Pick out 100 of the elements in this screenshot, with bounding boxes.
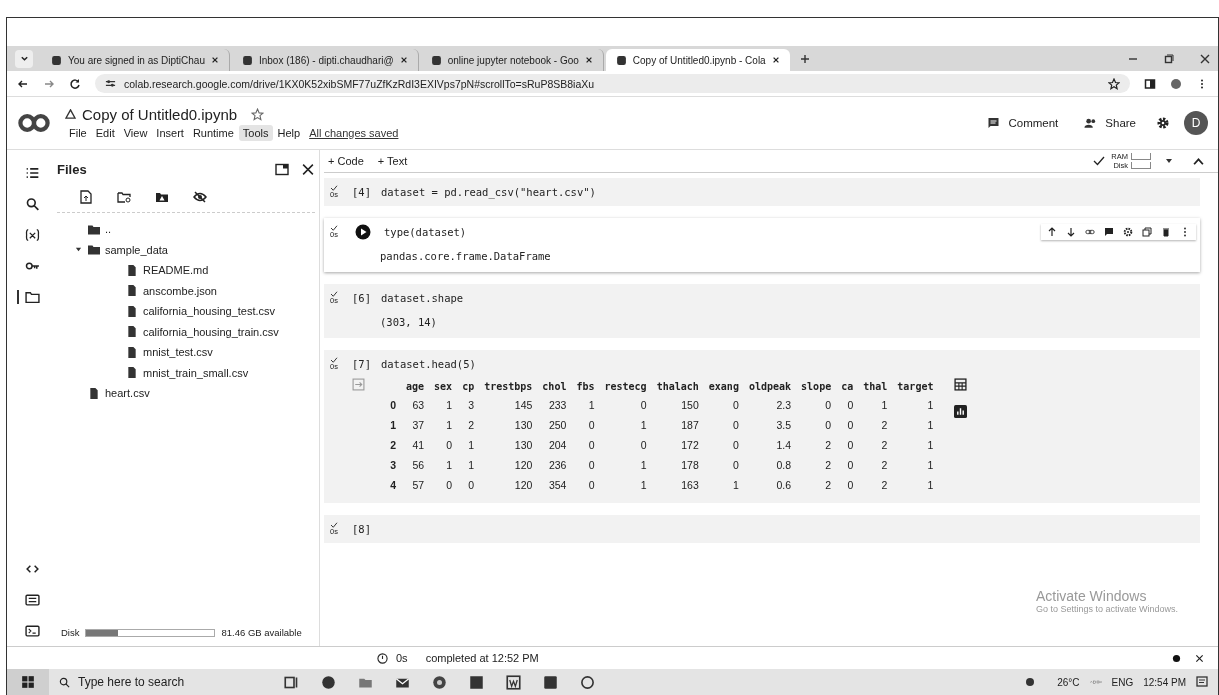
reload-icon[interactable]: [69, 77, 81, 90]
site-settings-icon[interactable]: [105, 78, 116, 89]
address-field[interactable]: colab.research.google.com/drive/1KX0K52xibSMF77uZfKzRdI3EXIVps7pN#scrollTo=sRuP8SB8iaXu: [95, 74, 1130, 93]
file-tree-item[interactable]: mnist_test.csv: [143, 346, 213, 359]
star-icon[interactable]: [1108, 77, 1120, 90]
disk-available-text: 81.46 GB available: [221, 627, 302, 638]
comment-icon[interactable]: [1104, 227, 1114, 237]
new-tab-icon[interactable]: [799, 53, 810, 64]
comment-button[interactable]: Comment: [981, 113, 1065, 133]
menu-item[interactable]: Edit: [91, 124, 119, 141]
drive-folder-icon[interactable]: [155, 190, 169, 204]
move-down-icon[interactable]: [1066, 227, 1076, 237]
run-icon[interactable]: [355, 224, 371, 240]
code-cell[interactable]: [324, 350, 1200, 503]
add-text-button[interactable]: + Text: [373, 153, 412, 169]
close-icon[interactable]: [399, 56, 408, 64]
menu-item[interactable]: File: [65, 124, 91, 141]
check-icon: [330, 291, 338, 297]
code-line[interactable]: dataset.head(5): [380, 358, 476, 370]
circle-icon[interactable]: [580, 674, 595, 690]
code-line[interactable]: dataset.shape: [380, 292, 464, 304]
close-icon[interactable]: [1200, 53, 1210, 64]
terminal-icon[interactable]: [24, 624, 40, 638]
status-text: completed at 12:52 PM: [425, 652, 539, 664]
trash-icon[interactable]: [1161, 227, 1171, 237]
app-icon[interactable]: [543, 674, 558, 690]
table-cell-text: 204: [547, 438, 568, 453]
menu-item[interactable]: Help: [273, 124, 305, 141]
language-indicator[interactable]: ENG: [1111, 676, 1134, 688]
table-cell-text: 1: [445, 418, 454, 433]
refresh-folder-icon[interactable]: [117, 190, 131, 204]
new-window-icon[interactable]: [275, 162, 289, 176]
file-tree-item[interactable]: sample_data: [105, 243, 168, 256]
file-tree-item[interactable]: README.md: [143, 264, 209, 277]
word-icon[interactable]: [506, 674, 521, 690]
row-index: 4: [389, 478, 397, 493]
windows-start-icon[interactable]: [7, 669, 49, 695]
browser-tab[interactable]: Copy of Untitled0.ipynb - Cola: [605, 49, 790, 71]
browser-icon[interactable]: [432, 674, 447, 690]
chart-icon[interactable]: [954, 405, 968, 418]
restore-icon[interactable]: [1164, 53, 1174, 64]
folder-icon: [88, 223, 100, 235]
app-icon[interactable]: [321, 674, 336, 690]
code-line[interactable]: type(dataset): [384, 226, 467, 238]
column-header: age: [405, 380, 426, 394]
share-button[interactable]: Share: [1078, 113, 1142, 133]
file-tree-item[interactable]: heart.csv: [105, 387, 150, 400]
folder-icon[interactable]: [16, 290, 40, 304]
menu-item[interactable]: Runtime: [188, 124, 238, 141]
table-cell-text: 1: [880, 398, 889, 413]
taskbar-search-field[interactable]: Type here to search: [59, 675, 274, 689]
side-panel-icon[interactable]: [1144, 77, 1156, 90]
upload-icon[interactable]: [79, 190, 93, 204]
table-cell-text: 2: [880, 438, 889, 453]
collapse-icon[interactable]: [1193, 156, 1204, 166]
file-tree-item[interactable]: california_housing_train.csv: [143, 325, 279, 338]
caret-icon[interactable]: [75, 246, 82, 254]
menu-item[interactable]: Insert: [152, 124, 188, 141]
search-icon[interactable]: [24, 197, 40, 211]
save-status-link[interactable]: All changes saved: [309, 126, 399, 139]
close-icon[interactable]: [301, 162, 315, 176]
tab-list-button[interactable]: [15, 49, 33, 68]
temperature-text[interactable]: 26°C: [1057, 676, 1080, 688]
app-icon[interactable]: [469, 674, 484, 690]
variables-icon[interactable]: [24, 228, 40, 242]
close-icon[interactable]: [210, 56, 219, 64]
menu-item[interactable]: Tools: [238, 124, 273, 141]
file-tree-item[interactable]: california_housing_test.csv: [143, 305, 276, 318]
hidden-eye-icon[interactable]: [193, 190, 207, 204]
table-cell-text: 2: [824, 438, 833, 453]
star-icon[interactable]: [251, 107, 265, 121]
settings-icon[interactable]: [1123, 227, 1133, 237]
file-tree-item[interactable]: anscombe.json: [143, 284, 217, 297]
copy-icon[interactable]: [1142, 227, 1152, 237]
dropdown-caret-icon[interactable]: [1165, 157, 1173, 165]
settings-icon[interactable]: [1156, 116, 1170, 130]
link-icon[interactable]: [1085, 227, 1095, 237]
table-cell-text: 0: [445, 438, 454, 453]
profile-icon[interactable]: [1170, 77, 1182, 90]
table-icon[interactable]: [954, 378, 968, 391]
table-of-contents-icon[interactable]: [24, 166, 40, 180]
move-up-icon[interactable]: [1047, 227, 1057, 237]
user-avatar[interactable]: D: [1184, 111, 1208, 135]
menu-item[interactable]: View: [119, 124, 152, 141]
output-icon[interactable]: [352, 378, 365, 391]
command-palette-icon[interactable]: [24, 593, 40, 607]
close-icon[interactable]: [584, 56, 593, 64]
notification-icon[interactable]: [1196, 676, 1208, 688]
caret-icon[interactable]: [19, 54, 29, 63]
close-icon[interactable]: [1195, 653, 1204, 663]
taskbar-clock[interactable]: 12:54 PM: [1143, 676, 1186, 688]
file-tree-item[interactable]: ..: [105, 223, 112, 236]
close-icon[interactable]: [771, 56, 780, 64]
code-line[interactable]: dataset = pd.read_csv("heart.csv"): [380, 186, 596, 198]
add-code-button[interactable]: + Code: [324, 153, 368, 169]
file-icon: [126, 326, 138, 338]
file-tree-item[interactable]: mnist_train_small.csv: [143, 366, 249, 379]
notebook-title[interactable]: Copy of Untitled0.ipynb: [82, 105, 238, 123]
task-view-icon[interactable]: [284, 674, 299, 690]
file-icon: [126, 305, 138, 317]
